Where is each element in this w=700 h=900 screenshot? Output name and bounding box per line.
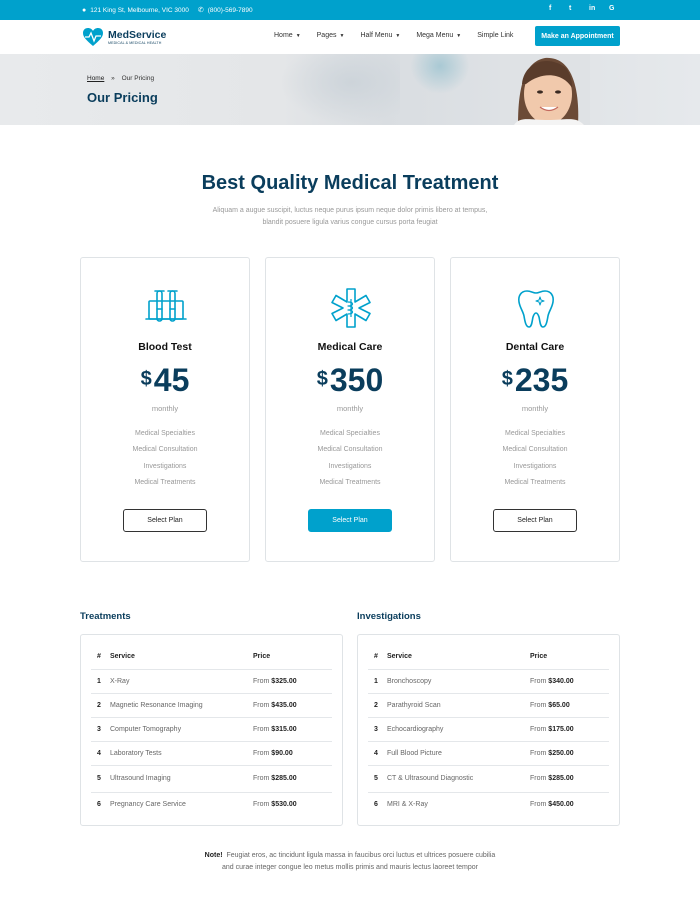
table-row: 2 Magnetic Resonance Imaging From $435.00 — [91, 693, 332, 718]
column-header: Price — [253, 645, 332, 670]
column-header: # — [368, 645, 387, 670]
brand-name: MedService — [108, 28, 167, 41]
feature-item: Medical Consultation — [502, 446, 568, 454]
table-row: 3 Computer Tomography From $315.00 — [91, 717, 332, 742]
google-icon[interactable]: G — [609, 5, 629, 12]
nav-pages[interactable]: Pages ▼ — [317, 32, 345, 39]
breadcrumb-separator: » — [111, 75, 115, 82]
feature-item: Investigations — [143, 462, 187, 470]
select-plan-button[interactable]: Select Plan — [493, 509, 577, 532]
table-row: 6 Pregnancy Care Service From $530.00 — [97, 800, 297, 808]
treatments-table: # Service Price 1 X-Ray From $325.00 2 Magn… — [91, 645, 332, 816]
nav-home[interactable]: Home ▼ — [274, 32, 301, 39]
pricing-card-dental-care: Dental Care $235 monthly Medical Special… — [450, 257, 620, 562]
column-header: Price — [530, 645, 609, 670]
site-header: MedService MEDICAL & MEDICAL HEALTH Home… — [0, 20, 700, 54]
pricing-section-subtitle: Aliquam a augue suscipit, luctus neque p… — [212, 207, 488, 226]
caret-down-icon: ▼ — [395, 32, 401, 39]
investigations-title: Investigations — [357, 611, 421, 622]
feature-item: Medical Consultation — [317, 446, 383, 454]
select-plan-button[interactable]: Select Plan — [308, 509, 392, 532]
plan-period: monthly — [151, 404, 179, 413]
table-row: 6 MRI & X-Ray From $450.00 — [374, 800, 574, 808]
feature-item: Medical Consultation — [132, 446, 198, 454]
plan-name: Dental Care — [505, 341, 565, 353]
breadcrumb-current: Our Pricing — [121, 75, 155, 82]
feature-item: Investigations — [328, 462, 372, 470]
table-row: 5 CT & Ultrasound Diagnostic From $285.00 — [368, 765, 609, 793]
page-title: Our Pricing — [87, 90, 158, 105]
note-label: Note! — [204, 852, 223, 859]
location-pin-icon: ● — [82, 6, 87, 14]
pricing-card-medical-care: Medical Care $350 monthly Medical Specia… — [265, 257, 435, 562]
phone-icon: ✆ — [197, 7, 204, 14]
feature-item: Medical Treatments — [319, 478, 381, 486]
feature-item: Medical Treatments — [504, 478, 566, 486]
phone-text[interactable]: (800)-569-7890 — [208, 7, 253, 14]
page-hero: Home » Our Pricing Our Pricing — [0, 54, 700, 125]
breadcrumb-home-link[interactable]: Home — [87, 75, 104, 82]
pricing-note: Note! Feugiat eros, ac tincidunt ligula … — [0, 850, 700, 874]
note-line-2: and curae integer congue leo metus molli… — [221, 864, 478, 871]
plan-name: Medical Care — [317, 341, 383, 353]
nav-mega-menu[interactable]: Mega Menu ▼ — [416, 32, 461, 39]
plan-price: $235 — [501, 362, 569, 398]
logo[interactable]: MedService MEDICAL & MEDICAL HEALTH — [82, 27, 166, 47]
plan-features: Medical Specialties Medical Consultation… — [451, 430, 619, 495]
table-row: 1 X-Ray From $325.00 — [91, 669, 332, 694]
address-text: 121 King St, Melbourne, VIC 3000 — [90, 6, 189, 14]
feature-item: Medical Specialties — [505, 430, 565, 437]
feature-item: Medical Specialties — [320, 430, 380, 437]
nav-half-menu[interactable]: Half Menu ▼ — [360, 32, 400, 39]
table-row: 4 Laboratory Tests From $90.00 — [91, 741, 332, 766]
feature-item: Medical Treatments — [134, 478, 196, 486]
linkedin-icon[interactable]: in — [589, 5, 609, 12]
column-header: # — [91, 645, 110, 670]
treatments-table-box: # Service Price 1 X-Ray From $325.00 2 Magn… — [80, 634, 343, 826]
table-row: 2 Parathyroid Scan From $65.00 — [368, 693, 609, 718]
table-header-row: # Service Price — [91, 645, 332, 670]
heart-pulse-icon — [83, 28, 103, 46]
plan-price: $45 — [140, 362, 190, 398]
contact-info: ● 121 King St, Melbourne, VIC 3000 ✆ (80… — [82, 6, 253, 15]
column-header: Service — [387, 645, 530, 670]
plan-features: Medical Specialties Medical Consultation… — [266, 430, 434, 495]
nav-simple-link[interactable]: Simple Link — [477, 32, 513, 39]
treatments-title: Treatments — [80, 611, 131, 622]
caret-down-icon: ▼ — [295, 32, 301, 39]
plan-name: Blood Test — [138, 341, 192, 353]
table-header-row: # Service Price — [368, 645, 609, 670]
investigations-table: # Service Price 1 Bronchoscopy From $340.0… — [368, 645, 609, 816]
twitter-icon[interactable]: t — [569, 5, 589, 12]
test-tubes-icon — [145, 290, 187, 322]
note-line-1: Feugiat eros, ac tincidunt ligula massa … — [226, 852, 496, 859]
caret-down-icon: ▼ — [339, 32, 345, 39]
main-nav: Home ▼ Pages ▼ Half Menu ▼ Mega Menu ▼ Simpl… — [274, 32, 529, 39]
top-bar: ● 121 King St, Melbourne, VIC 3000 ✆ (80… — [0, 0, 700, 20]
plan-price: $350 — [316, 362, 384, 398]
feature-item: Medical Specialties — [135, 430, 195, 437]
select-plan-button[interactable]: Select Plan — [123, 509, 207, 532]
brand-tagline: MEDICAL & MEDICAL HEALTH — [108, 40, 162, 45]
breadcrumb: Home » Our Pricing — [87, 75, 154, 82]
facebook-icon[interactable]: f — [549, 5, 569, 12]
table-row: 5 Ultrasound Imaging From $285.00 — [91, 765, 332, 793]
feature-item: Investigations — [513, 462, 557, 470]
pricing-section-title: Best Quality Medical Treatment — [201, 172, 499, 194]
table-row: 1 Bronchoscopy From $340.00 — [368, 669, 609, 694]
table-row: 4 Full Blood Picture From $250.00 — [368, 741, 609, 766]
investigations-table-box: # Service Price 1 Bronchoscopy From $340.0… — [357, 634, 620, 826]
plan-features: Medical Specialties Medical Consultation… — [81, 430, 249, 495]
tooth-icon — [518, 290, 554, 328]
make-appointment-button[interactable]: Make an Appointment — [535, 26, 620, 46]
table-row: 3 Echocardiography From $175.00 — [368, 717, 609, 742]
plan-period: monthly — [336, 404, 364, 413]
caret-down-icon: ▼ — [456, 32, 462, 39]
medical-star-icon — [331, 288, 371, 328]
doctor-photo — [500, 54, 590, 125]
pricing-card-blood-test: Blood Test $45 monthly Medical Specialti… — [80, 257, 250, 562]
plan-period: monthly — [521, 404, 549, 413]
column-header: Service — [110, 645, 253, 670]
social-links: f t in G — [549, 5, 629, 12]
